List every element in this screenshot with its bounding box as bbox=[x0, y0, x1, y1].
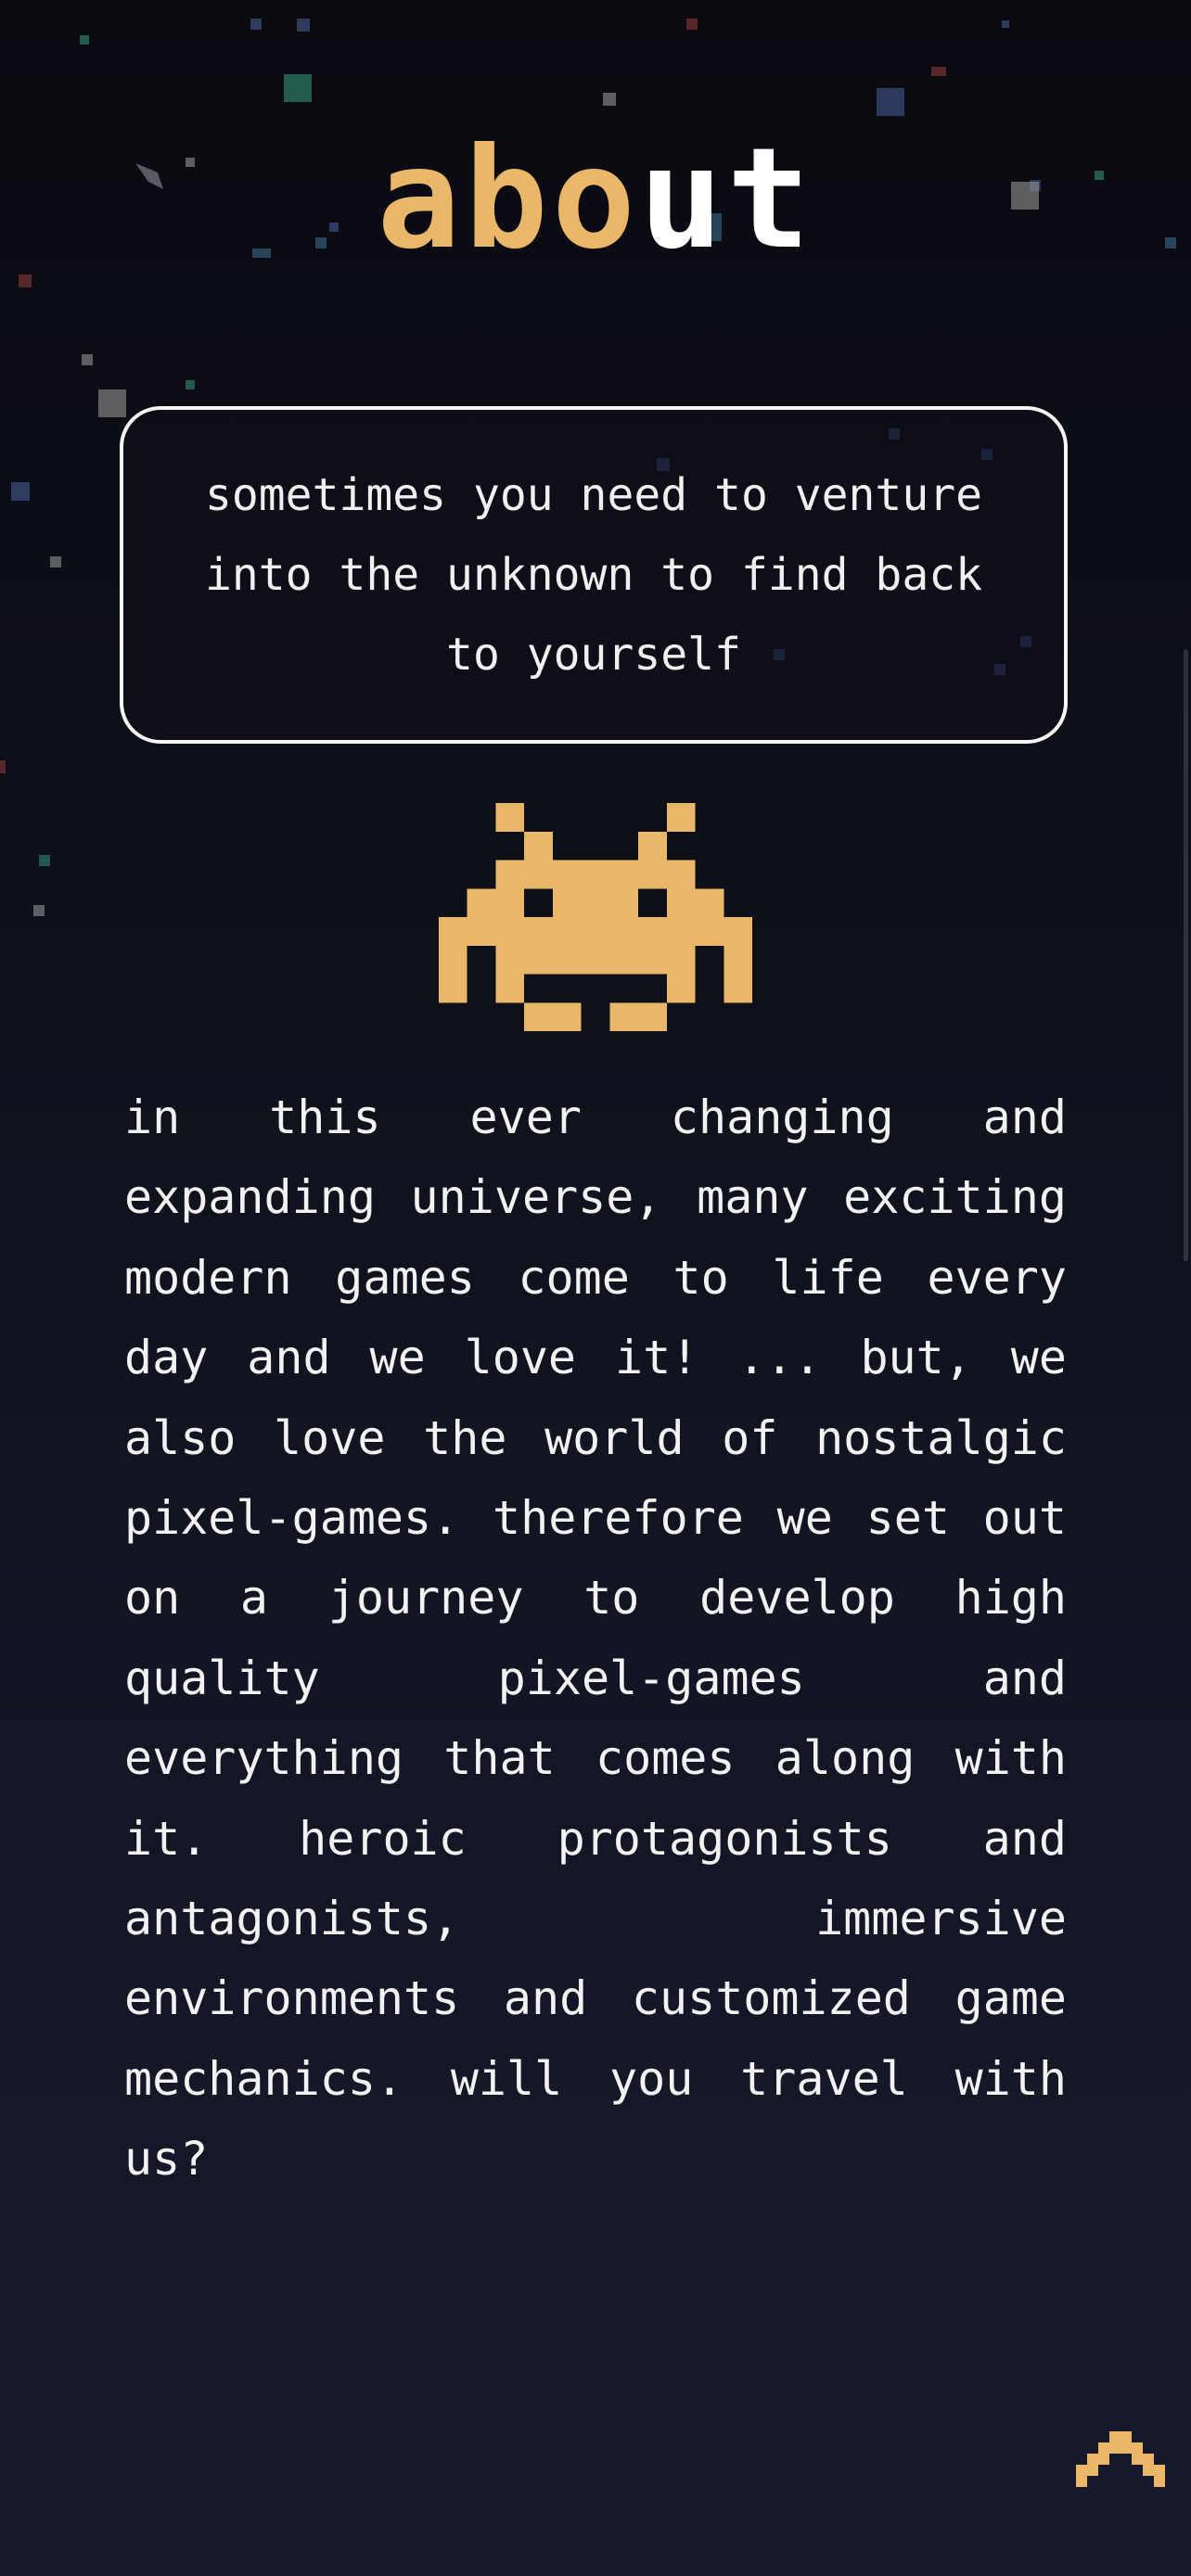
space-invader-icon bbox=[438, 803, 753, 1031]
chevron-up-icon bbox=[1076, 2431, 1165, 2487]
scrollbar[interactable] bbox=[1184, 649, 1188, 1261]
quote-text: sometimes you need to venture into the u… bbox=[204, 469, 983, 681]
page-title-rest: ut bbox=[639, 119, 814, 280]
quote-box: sometimes you need to venture into the u… bbox=[120, 406, 1068, 744]
page-title-accent: abo bbox=[377, 119, 640, 280]
about-body-text: in this ever changing and expanding univ… bbox=[124, 1090, 1067, 2187]
page-title: about bbox=[0, 130, 1191, 269]
scroll-top-button[interactable] bbox=[1076, 2431, 1165, 2498]
